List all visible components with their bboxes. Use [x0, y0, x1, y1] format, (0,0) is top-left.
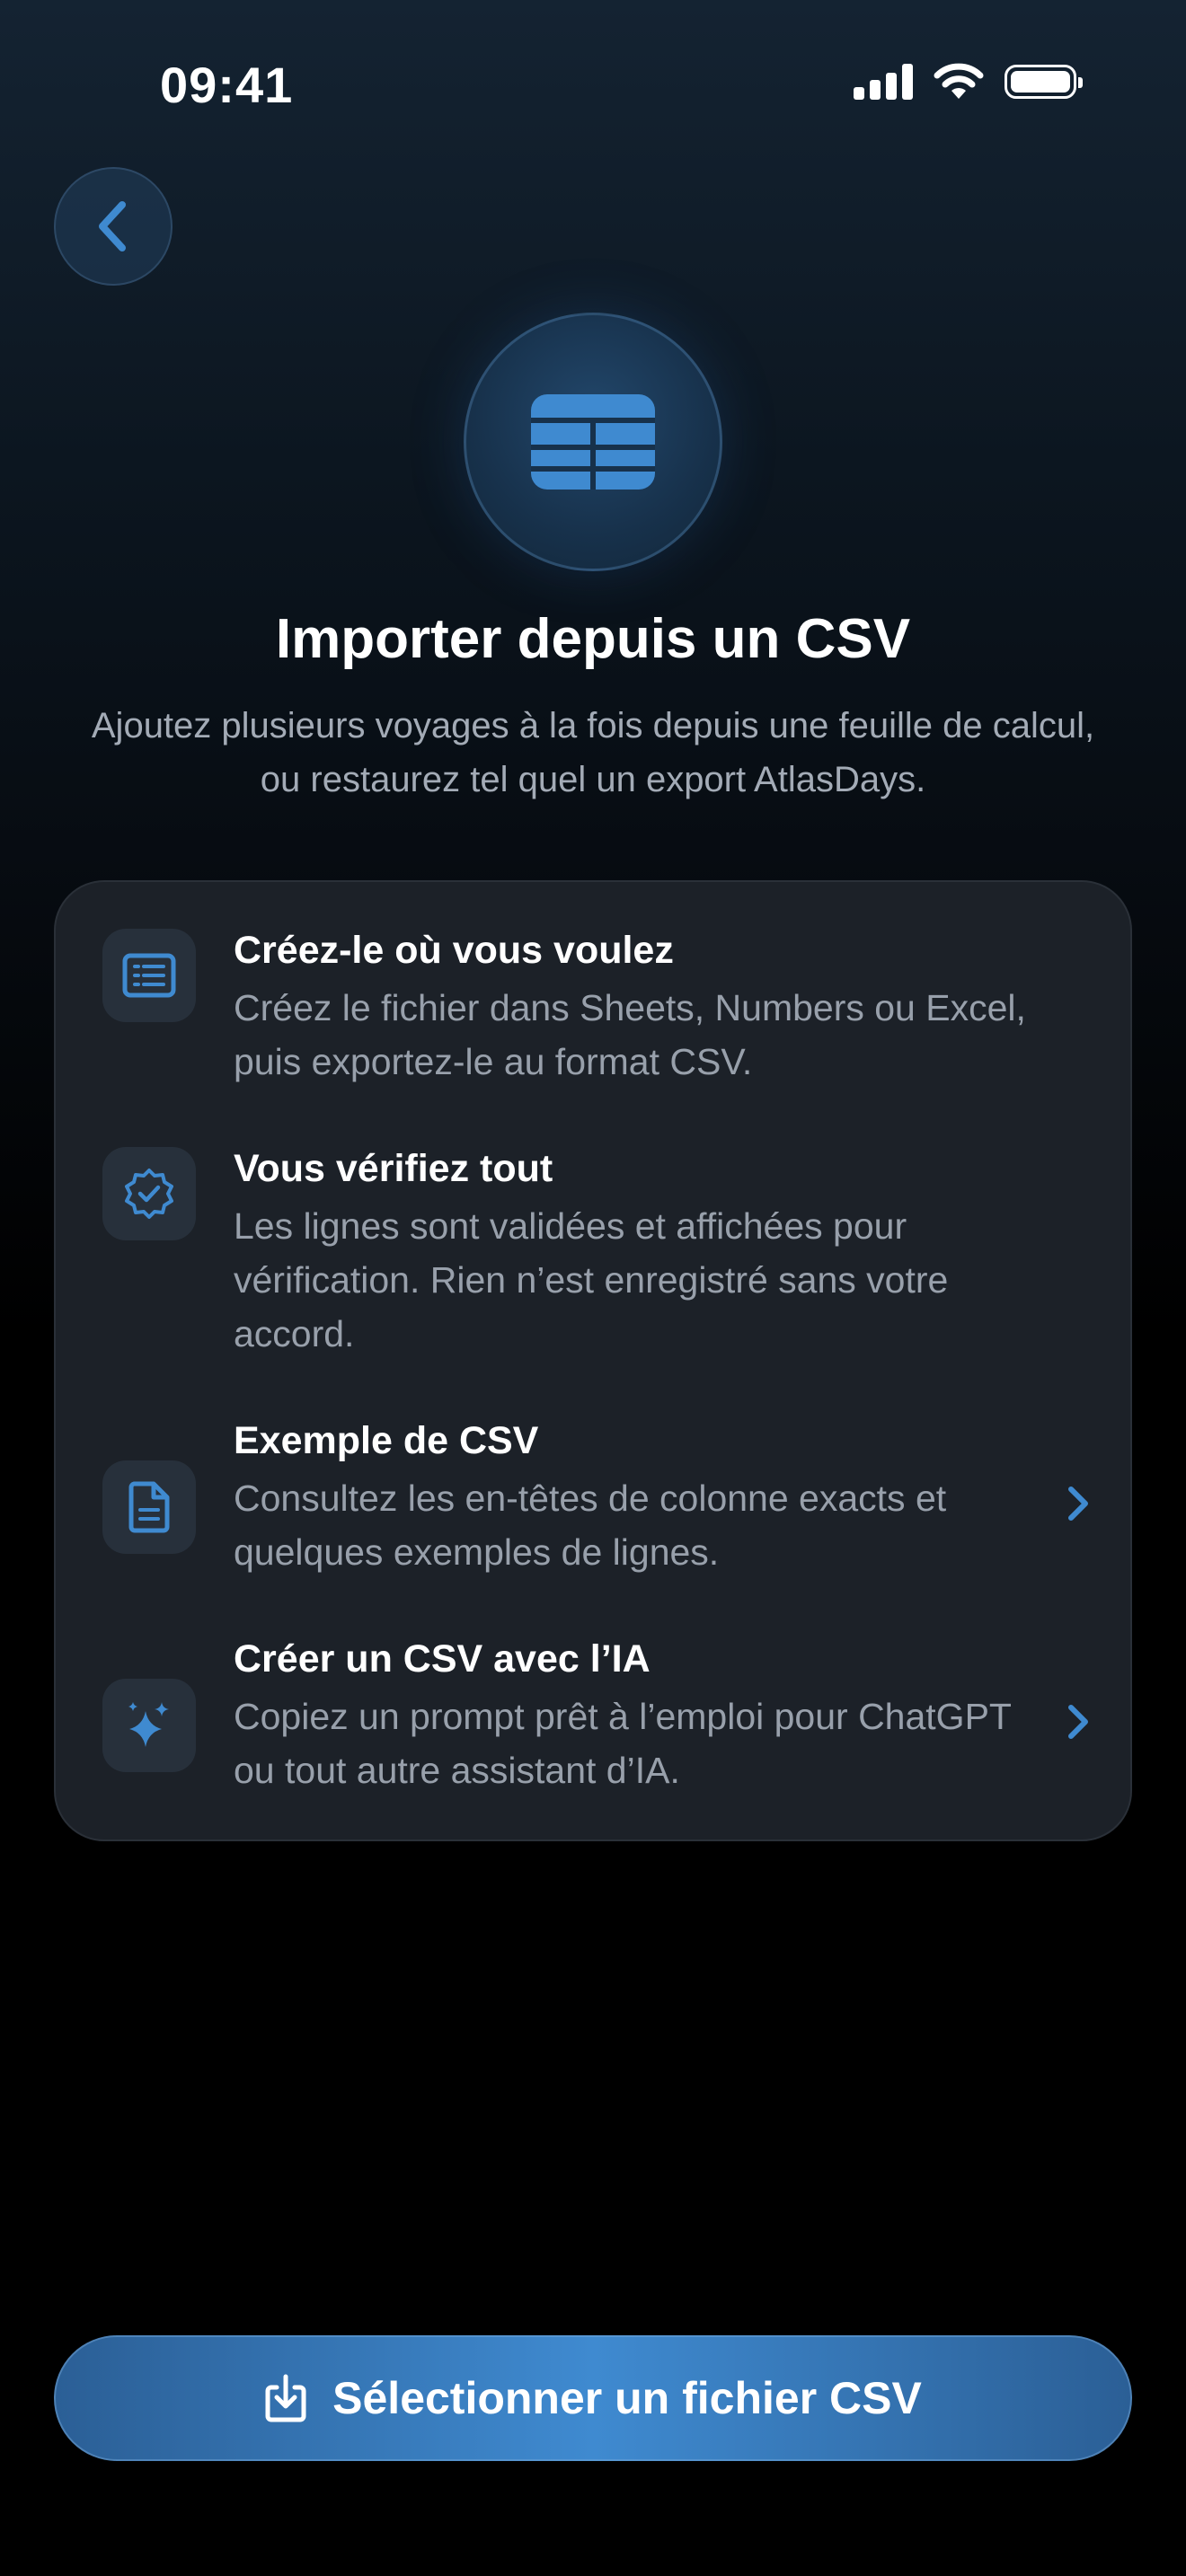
chevron-right-icon — [1068, 1486, 1088, 1521]
item-description: Créez le fichier dans Sheets, Numbers ou… — [234, 987, 1026, 1082]
list-document-icon — [102, 929, 196, 1022]
item-title: Créez-le où vous voulez — [234, 929, 674, 972]
hero-icon-circle — [464, 313, 722, 571]
list-item-csv-example[interactable]: Exemple de CSV Consultez les en-têtes de… — [56, 1419, 1134, 1599]
sparkles-icon — [102, 1679, 196, 1772]
list-item-create-anywhere: Créez-le où vous voulez Créez le fichier… — [56, 929, 1134, 1108]
list-item-create-with-ai[interactable]: Créer un CSV avec l’IA Copiez un prompt … — [56, 1637, 1134, 1817]
item-description: Consultez les en-têtes de colonne exacts… — [234, 1478, 947, 1573]
list-item-review: Vous vérifiez tout Les lignes sont valid… — [56, 1147, 1134, 1381]
chevron-left-icon — [99, 201, 126, 251]
verified-badge-icon — [102, 1147, 196, 1240]
battery-icon — [1005, 65, 1083, 99]
import-csv-screen: 09:41 Importer depuis un CSV Ajoutez plu… — [0, 0, 1186, 2576]
page-subtitle: Ajoutez plusieurs voyages à la fois depu… — [91, 706, 1095, 799]
item-description: Copiez un prompt prêt à l’emploi pour Ch… — [234, 1696, 1012, 1791]
select-csv-file-button[interactable]: Sélectionner un fichier CSV — [54, 2335, 1132, 2461]
item-description: Les lignes sont validées et affichées po… — [234, 1205, 949, 1354]
import-icon — [265, 2374, 306, 2422]
item-title: Exemple de CSV — [234, 1419, 539, 1462]
status-time: 09:41 — [160, 57, 294, 113]
info-card: Créez-le où vous voulez Créez le fichier… — [54, 880, 1132, 1841]
status-icons — [854, 63, 1083, 101]
table-icon — [531, 394, 655, 490]
document-icon — [102, 1460, 196, 1554]
item-title: Vous vérifiez tout — [234, 1147, 553, 1190]
cellular-signal-icon — [854, 64, 913, 100]
back-button[interactable] — [54, 167, 173, 286]
select-csv-file-label: Sélectionner un fichier CSV — [332, 2373, 922, 2423]
page-title: Importer depuis un CSV — [275, 608, 911, 670]
item-title: Créer un CSV avec l’IA — [234, 1637, 651, 1681]
chevron-right-icon — [1068, 1705, 1088, 1739]
wifi-icon — [934, 63, 984, 99]
